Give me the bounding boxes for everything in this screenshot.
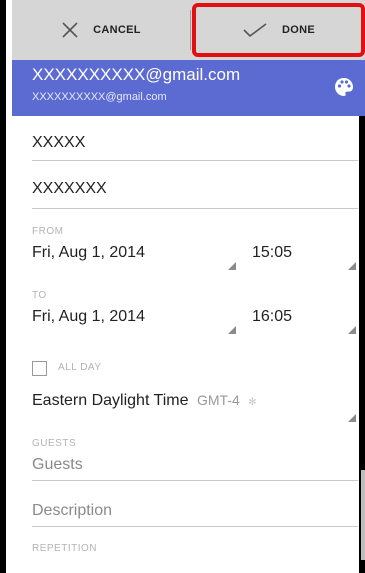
from-label: FROM	[32, 226, 64, 237]
from-time-picker[interactable]: 15:05	[252, 244, 358, 272]
to-date-picker[interactable]: Fri, Aug 1, 2014	[32, 308, 238, 336]
all-day-label: ALL DAY	[58, 362, 102, 373]
guests-label: GUESTS	[32, 438, 77, 449]
done-label: DONE	[282, 24, 315, 36]
close-icon	[62, 22, 78, 38]
to-time-picker[interactable]: 16:05	[252, 308, 358, 336]
account-email-secondary: XXXXXXXXXX@gmail.com	[32, 91, 167, 103]
account-header[interactable]: XXXXXXXXXX@gmail.com XXXXXXXXXX@gmail.co…	[12, 60, 365, 116]
checkmark-icon	[243, 23, 267, 38]
location-value: XXXXXXX	[32, 180, 107, 197]
guests-placeholder: Guests	[32, 456, 83, 473]
from-date-picker[interactable]: Fri, Aug 1, 2014	[32, 244, 238, 272]
dropdown-corner-icon	[348, 262, 356, 270]
palette-icon[interactable]	[334, 77, 354, 97]
all-day-checkbox[interactable]	[32, 361, 47, 376]
from-date: Fri, Aug 1, 2014	[32, 244, 145, 261]
timezone-offset: GMT-4	[196, 392, 240, 408]
scrollbar[interactable]	[361, 470, 365, 560]
to-date: Fri, Aug 1, 2014	[32, 308, 145, 325]
dropdown-corner-icon	[348, 326, 356, 334]
from-time: 15:05	[252, 244, 293, 261]
screen-frame: CANCEL DONE XXXXXXXXXX@gmail.com XXXXXXX…	[0, 0, 365, 573]
toolbar-divider	[190, 10, 191, 50]
timezone-name: Eastern Daylight Time	[32, 392, 189, 409]
to-label: TO	[32, 290, 47, 301]
dropdown-corner-icon	[228, 326, 236, 334]
title-field[interactable]: XXXXX	[32, 134, 358, 161]
globe-icon: ✻	[248, 397, 257, 408]
title-value: XXXXX	[32, 134, 86, 151]
to-time: 16:05	[252, 308, 293, 325]
action-toolbar: CANCEL DONE	[12, 0, 365, 60]
repetition-label: REPETITION	[32, 543, 98, 554]
description-placeholder: Description	[32, 502, 113, 519]
dropdown-corner-icon	[348, 414, 356, 422]
done-button[interactable]: DONE	[192, 0, 365, 60]
description-input[interactable]: Description	[32, 502, 358, 527]
dropdown-corner-icon	[228, 262, 236, 270]
location-field[interactable]: XXXXXXX	[32, 180, 358, 209]
cancel-label: CANCEL	[93, 24, 141, 36]
guests-input[interactable]: Guests	[32, 456, 358, 481]
timezone-picker[interactable]: Eastern Daylight Time GMT-4 ✻	[32, 392, 358, 422]
cancel-button[interactable]: CANCEL	[12, 0, 190, 60]
account-email: XXXXXXXXXX@gmail.com	[32, 65, 241, 84]
